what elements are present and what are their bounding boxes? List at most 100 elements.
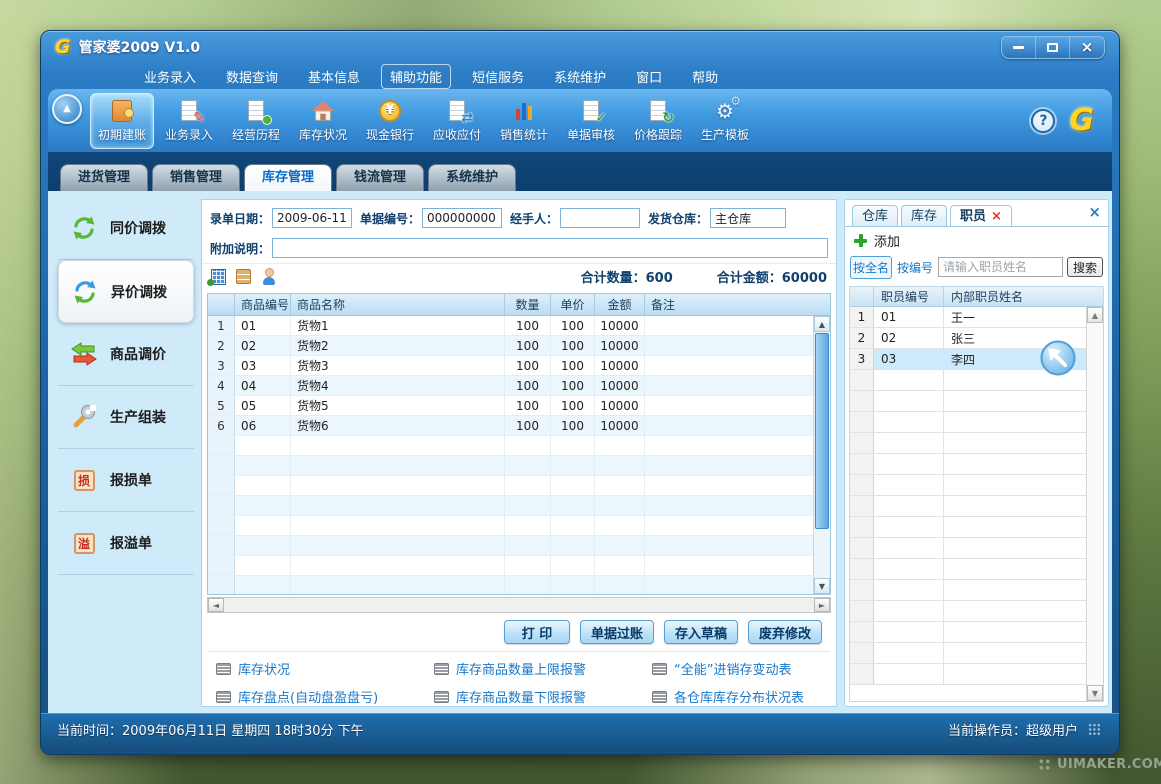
scroll-up-button[interactable]: ▲ <box>814 316 830 332</box>
item-row-2[interactable]: 303货物310010010000 <box>208 356 813 376</box>
doc-number-input[interactable] <box>422 208 502 228</box>
date-input[interactable] <box>272 208 352 228</box>
tab-close-icon[interactable]: × <box>991 209 1002 224</box>
empty-row[interactable] <box>850 496 1086 517</box>
sidebar-item-4[interactable]: 损报损单 <box>58 449 194 512</box>
toolbar-button-7[interactable]: ✓单据审核 <box>559 93 623 149</box>
note-input[interactable] <box>272 238 828 258</box>
empty-row[interactable] <box>208 456 813 476</box>
help-icon[interactable]: ? <box>1031 109 1055 133</box>
filter-by-code-button[interactable]: 按编号 <box>896 257 934 278</box>
toolbar-button-1[interactable]: ✎业务录入 <box>157 93 221 149</box>
empty-row[interactable] <box>208 576 813 594</box>
empty-row[interactable] <box>208 476 813 496</box>
toolbar-button-6[interactable]: 销售统计 <box>492 93 556 149</box>
sidebar-item-3[interactable]: 生产组装 <box>58 386 194 449</box>
report-link-3[interactable]: 库存盘点(自动盘盈盘亏) <box>216 687 434 706</box>
empty-row[interactable] <box>850 433 1086 454</box>
empty-row[interactable] <box>850 475 1086 496</box>
panel-close-icon[interactable]: × <box>1088 203 1101 221</box>
employee-vscrollbar[interactable]: ▲ ▼ <box>1086 307 1103 701</box>
sidebar-item-2[interactable]: 商品调价 <box>58 323 194 386</box>
empty-row[interactable] <box>850 517 1086 538</box>
menu-item-1[interactable]: 数据查询 <box>217 64 287 89</box>
scroll-right-button[interactable]: ► <box>814 598 830 612</box>
empty-row[interactable] <box>850 622 1086 643</box>
toolbar-button-2[interactable]: 经营历程 <box>224 93 288 149</box>
items-vscrollbar[interactable]: ▲ ▼ <box>813 316 830 594</box>
maximize-button[interactable] <box>1036 37 1070 58</box>
lookup-tab-1[interactable]: 库存 <box>901 205 947 226</box>
item-row-5[interactable]: 606货物610010010000 <box>208 416 813 436</box>
empty-row[interactable] <box>850 580 1086 601</box>
collapse-toolbar-button[interactable]: ▲ <box>52 94 82 124</box>
resize-grip[interactable] <box>1088 723 1101 736</box>
empty-row[interactable] <box>850 538 1086 559</box>
search-button[interactable]: 搜索 <box>1067 257 1103 277</box>
menu-item-3[interactable]: 辅助功能 <box>381 64 451 89</box>
scroll-down-button[interactable]: ▼ <box>814 578 830 594</box>
filter-by-name-button[interactable]: 按全名 <box>850 256 892 279</box>
empty-row[interactable] <box>208 496 813 516</box>
item-row-1[interactable]: 202货物210010010000 <box>208 336 813 356</box>
empty-row[interactable] <box>850 601 1086 622</box>
agent-input[interactable] <box>560 208 640 228</box>
item-row-3[interactable]: 404货物410010010000 <box>208 376 813 396</box>
scroll-down-button[interactable]: ▼ <box>1087 685 1103 701</box>
vscroll-thumb[interactable] <box>815 333 829 529</box>
close-button[interactable]: × <box>1070 37 1104 58</box>
add-row[interactable]: 添加 <box>845 227 1108 254</box>
tab-2[interactable]: 库存管理 <box>244 164 332 191</box>
empty-row[interactable] <box>208 536 813 556</box>
warehouse-icon[interactable] <box>211 269 226 285</box>
item-row-0[interactable]: 101货物110010010000 <box>208 316 813 336</box>
empty-row[interactable] <box>850 412 1086 433</box>
sidebar-item-1[interactable]: 异价调拨 <box>58 260 194 323</box>
lookup-tab-2[interactable]: 职员× <box>950 205 1012 226</box>
action-button-3[interactable]: 废弃修改 <box>748 620 822 644</box>
empty-row[interactable] <box>850 643 1086 664</box>
scroll-up-button[interactable]: ▲ <box>1087 307 1103 323</box>
toolbar-button-5[interactable]: ⇄应收应付 <box>425 93 489 149</box>
item-row-4[interactable]: 505货物510010010000 <box>208 396 813 416</box>
action-button-1[interactable]: 单据过账 <box>580 620 654 644</box>
report-link-4[interactable]: 库存商品数量下限报警 <box>434 687 652 706</box>
tab-4[interactable]: 系统维护 <box>428 164 516 191</box>
lookup-tab-0[interactable]: 仓库 <box>852 205 898 226</box>
employee-row-0[interactable]: 101王一 <box>850 307 1086 328</box>
scroll-left-button[interactable]: ◄ <box>208 598 224 612</box>
employee-icon[interactable] <box>261 268 277 285</box>
sidebar-item-0[interactable]: 同价调拨 <box>58 197 194 260</box>
toolbar-button-0[interactable]: 初期建账 <box>90 93 154 149</box>
menu-item-5[interactable]: 系统维护 <box>545 64 615 89</box>
report-link-1[interactable]: 库存商品数量上限报警 <box>434 659 652 678</box>
tab-1[interactable]: 销售管理 <box>152 164 240 191</box>
tab-0[interactable]: 进货管理 <box>60 164 148 191</box>
empty-row[interactable] <box>208 516 813 536</box>
items-hscrollbar[interactable]: ◄ ► <box>207 597 831 613</box>
empty-row[interactable] <box>850 454 1086 475</box>
employee-search-input[interactable] <box>938 257 1063 277</box>
toolbar-button-4[interactable]: ¥现金银行 <box>358 93 422 149</box>
tab-3[interactable]: 钱流管理 <box>336 164 424 191</box>
empty-row[interactable] <box>208 436 813 456</box>
toolbar-button-9[interactable]: ⚙⚙生产模板 <box>693 93 757 149</box>
action-button-2[interactable]: 存入草稿 <box>664 620 738 644</box>
menu-item-6[interactable]: 窗口 <box>627 64 671 89</box>
warehouse-input[interactable] <box>710 208 786 228</box>
toolbar-button-3[interactable]: 库存状况 <box>291 93 355 149</box>
report-link-5[interactable]: 各仓库库存分布状况表 <box>652 687 830 706</box>
empty-row[interactable] <box>850 664 1086 685</box>
empty-row[interactable] <box>850 391 1086 412</box>
minimize-button[interactable] <box>1002 37 1036 58</box>
menu-item-4[interactable]: 短信服务 <box>463 64 533 89</box>
report-link-2[interactable]: “全能”进销存变动表 <box>652 659 830 678</box>
empty-row[interactable] <box>208 556 813 576</box>
report-link-0[interactable]: 库存状况 <box>216 659 434 678</box>
menu-item-7[interactable]: 帮助 <box>683 64 727 89</box>
sidebar-item-5[interactable]: 溢报溢单 <box>58 512 194 575</box>
menu-item-0[interactable]: 业务录入 <box>135 64 205 89</box>
menu-item-2[interactable]: 基本信息 <box>299 64 369 89</box>
toolbar-button-8[interactable]: ↻价格跟踪 <box>626 93 690 149</box>
goods-icon[interactable] <box>236 269 251 284</box>
